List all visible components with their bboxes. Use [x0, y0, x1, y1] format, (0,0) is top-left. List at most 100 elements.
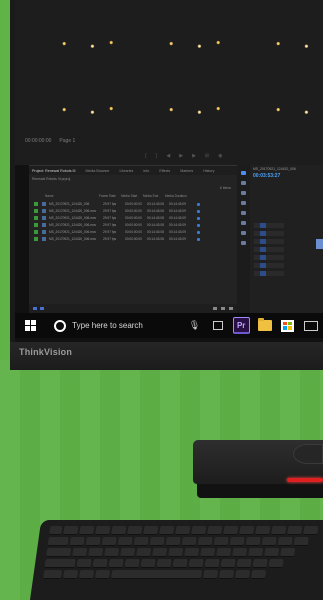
mail-button[interactable] [300, 313, 323, 338]
task-view-icon [212, 321, 223, 330]
playback-controls: { } ◀ ▶ ▶ ⊞ ◉ [145, 153, 223, 159]
new-item-icon[interactable] [221, 307, 225, 310]
table-row[interactable]: MS_20170921_124420_006.mov 29.97 fps 00:… [29, 236, 237, 242]
play-icon[interactable]: ▶ [179, 153, 183, 159]
store-icon [281, 319, 295, 332]
timeline-clip[interactable] [316, 239, 323, 249]
store-button[interactable] [276, 313, 299, 338]
selection-tool-icon[interactable] [241, 171, 246, 175]
premiere-pro-taskbar-button[interactable]: Pr [230, 313, 253, 338]
source-timebar: 00:00:00:00 Page 1 [15, 134, 323, 148]
trash-icon[interactable] [229, 307, 233, 310]
label-color-swatch [34, 202, 38, 206]
fit-dropdown[interactable]: Page 1 [59, 138, 75, 144]
insert-icon[interactable]: ⊞ [205, 153, 209, 159]
project-tabs: Project: Renewal Robots III Media Browse… [29, 166, 237, 175]
cortana-icon [54, 319, 67, 332]
microphone-icon[interactable]: 🎙 [183, 320, 206, 331]
clip-thumbnail[interactable] [143, 68, 237, 120]
track-header[interactable] [254, 263, 284, 268]
track-header[interactable] [254, 231, 284, 236]
track-header[interactable] [254, 271, 284, 276]
tab-markers[interactable]: Markers [180, 169, 193, 173]
clip-icon [42, 216, 46, 220]
step-forward-icon[interactable]: ▶ [192, 153, 196, 159]
video-usage-icon [197, 230, 200, 234]
clip-icon [42, 209, 46, 213]
column-name[interactable]: Name [45, 194, 99, 200]
column-media-end[interactable]: Media End [143, 194, 165, 200]
tab-effects[interactable]: Effects [159, 169, 170, 173]
task-view-button[interactable] [206, 313, 229, 338]
clip-thumbnail[interactable] [143, 2, 237, 54]
item-count: 6 Items [219, 186, 231, 190]
list-view-icon[interactable] [33, 307, 37, 310]
tools-panel [237, 165, 250, 313]
mail-icon [304, 320, 319, 331]
column-media-duration[interactable]: Media Duration [165, 194, 187, 200]
project-footer [29, 304, 237, 313]
type-tool-icon[interactable] [241, 241, 246, 245]
label-color-swatch [34, 209, 38, 213]
desktop-pc [193, 440, 323, 500]
track-header[interactable] [254, 239, 284, 244]
column-media-start[interactable]: Media Start [121, 194, 143, 200]
timeline-panel: MS_20170921_124420_006 00:03:53:27 [250, 165, 323, 313]
export-frame-icon[interactable]: ◉ [218, 153, 222, 159]
file-explorer-button[interactable] [253, 313, 276, 338]
folder-icon [257, 318, 272, 331]
video-usage-icon [197, 223, 200, 227]
table-row[interactable]: MS_20170921_124420_006.mov 29.97 fps 00:… [29, 215, 237, 221]
clip-thumbnail[interactable] [36, 68, 130, 120]
tab-project[interactable]: Project: Renewal Robots III [32, 169, 76, 173]
icon-view-icon[interactable] [40, 307, 44, 310]
track-header[interactable] [254, 255, 284, 260]
project-path: Renewal Robots III.prproj [32, 177, 71, 181]
source-timecode: 00:00:00:00 [25, 138, 52, 144]
step-back-icon[interactable]: ◀ [166, 153, 170, 159]
tab-history[interactable]: History [203, 169, 214, 173]
screen: 00:00:00:00 Page 1 { } ◀ ▶ ▶ ⊞ ◉ Project… [15, 0, 323, 342]
sequence-tab[interactable]: MS_20170921_124420_006 [250, 165, 323, 173]
column-frame-rate[interactable]: Frame Rate [99, 194, 121, 200]
keyboard [30, 520, 323, 600]
video-usage-icon [197, 237, 200, 241]
clip-thumbnail[interactable] [36, 2, 130, 54]
start-button[interactable] [15, 313, 46, 338]
table-row[interactable]: MS_20170921_124420_006.mov 29.97 fps 00:… [29, 229, 237, 235]
video-usage-icon [197, 216, 200, 220]
power-button[interactable] [293, 444, 323, 464]
keyboard-keys [42, 526, 319, 581]
table-row[interactable]: MS_20170921_124420_006.mov 29.97 fps 00:… [29, 222, 237, 228]
table-row[interactable]: MS_20170921_124420_006 29.97 fps 00:00:0… [29, 201, 237, 207]
table-row[interactable]: MS_20170921_124420_006.mov 29.97 fps 00:… [29, 208, 237, 214]
clip-thumbnail[interactable] [250, 2, 323, 54]
track-header[interactable] [254, 247, 284, 252]
track-header[interactable] [254, 223, 284, 228]
search-input[interactable]: Type here to search [72, 321, 143, 330]
clip-icon [42, 223, 46, 227]
tab-libraries[interactable]: Libraries [120, 169, 134, 173]
mark-in-icon[interactable]: { [145, 153, 147, 159]
taskbar-search[interactable]: Type here to search [46, 313, 183, 338]
label-color-swatch [34, 216, 38, 220]
playhead-timecode[interactable]: 00:03:53:27 [250, 173, 323, 179]
monitor: 00:00:00:00 Page 1 { } ◀ ▶ ▶ ⊞ ◉ Project… [10, 0, 323, 370]
tab-info[interactable]: Info [143, 169, 149, 173]
label-color-swatch [34, 237, 38, 241]
video-usage-icon [197, 202, 200, 206]
tab-media-browser[interactable]: Media Browser [86, 169, 110, 173]
hand-tool-icon[interactable] [241, 231, 246, 235]
clip-icon [42, 230, 46, 234]
ripple-edit-tool-icon[interactable] [241, 191, 246, 195]
pen-tool-icon[interactable] [241, 221, 246, 225]
slip-tool-icon[interactable] [241, 211, 246, 215]
monitor-logo: ThinkVision [19, 347, 73, 357]
razor-tool-icon[interactable] [241, 201, 246, 205]
clip-thumbnail[interactable] [250, 68, 323, 120]
source-monitor-panel: 00:00:00:00 Page 1 { } ◀ ▶ ▶ ⊞ ◉ [15, 0, 323, 165]
power-led [287, 478, 323, 482]
mark-out-icon[interactable]: } [156, 153, 158, 159]
track-select-tool-icon[interactable] [241, 181, 246, 185]
new-bin-icon[interactable] [213, 307, 217, 310]
